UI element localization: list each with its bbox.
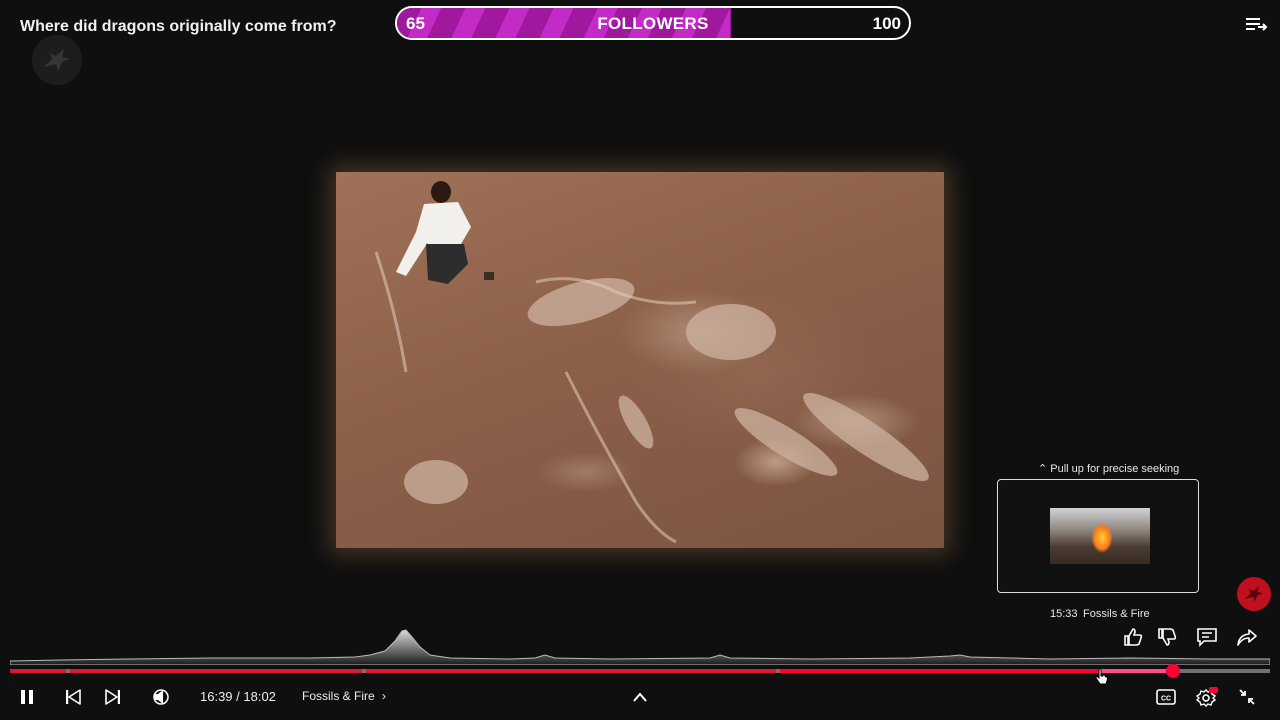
- person-figure: [396, 181, 494, 284]
- skip-next-icon[interactable]: [102, 686, 124, 708]
- pegasus-logo-icon[interactable]: [1237, 577, 1271, 611]
- playlist-icon[interactable]: [1243, 12, 1269, 36]
- chapter-title: Fossils & Fire: [302, 689, 375, 703]
- video-frame[interactable]: [336, 172, 944, 548]
- followers-goal-bar: 65 FOLLOWERS 100: [395, 6, 911, 40]
- followers-label: FOLLOWERS: [597, 14, 709, 33]
- double-chevron-up-icon: ⌃: [1038, 463, 1048, 475]
- progress-played-chapter-3: [366, 669, 776, 673]
- precise-seek-hint-text: Pull up for precise seeking: [1050, 463, 1180, 475]
- hand-cursor-icon: [1095, 668, 1109, 685]
- exit-fullscreen-icon[interactable]: [1236, 686, 1258, 708]
- volume-icon[interactable]: [150, 686, 172, 708]
- chapter-button[interactable]: Fossils & Fire ›: [302, 689, 386, 703]
- chevron-right-icon: ›: [382, 689, 387, 703]
- time-display: 16:39 / 18:02: [200, 689, 276, 704]
- progress-bar[interactable]: [10, 669, 1270, 673]
- precise-seek-hint: ⌃ Pull up for precise seeking: [1038, 462, 1179, 475]
- progress-played-chapter-4: [780, 669, 1102, 673]
- progress-played-chapter-1: [10, 669, 66, 673]
- channel-logo[interactable]: [32, 35, 82, 85]
- progress-played-chapter-2: [70, 669, 362, 673]
- video-title: Where did dragons originally come from?: [20, 18, 337, 35]
- skip-previous-icon[interactable]: [62, 686, 84, 708]
- chevron-up-icon[interactable]: [629, 686, 651, 708]
- svg-text:CC: CC: [1161, 696, 1171, 703]
- closed-captions-icon[interactable]: CC: [1155, 686, 1177, 708]
- seek-preview: [997, 479, 1199, 593]
- pause-icon[interactable]: [16, 686, 38, 708]
- settings-icon[interactable]: [1196, 686, 1218, 708]
- seek-preview-thumbnail: [1050, 508, 1150, 564]
- most-replayed-heatmap: [10, 629, 1270, 665]
- seek-preview-chapter: Fossils & Fire: [1083, 608, 1150, 620]
- seek-preview-time: 15:33: [1050, 608, 1078, 620]
- followers-goal: 100: [872, 14, 901, 33]
- pegasus-icon: [44, 49, 70, 71]
- fossil-excavation-image: [374, 181, 929, 544]
- scrubber-handle[interactable]: [1165, 664, 1180, 678]
